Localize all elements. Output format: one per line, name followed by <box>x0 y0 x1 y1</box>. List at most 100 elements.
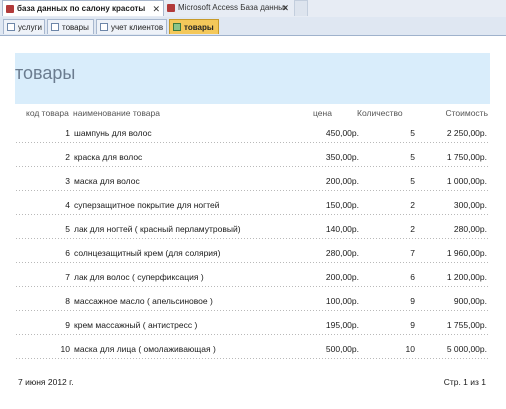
tab-uslugi[interactable]: услуги <box>3 19 45 34</box>
tab-tovary-report[interactable]: товары <box>169 19 219 34</box>
cell-cost: 300,00р. <box>453 200 487 210</box>
cell-code: 6 <box>65 248 70 258</box>
cell-qty: 5 <box>410 128 415 138</box>
cell-code: 7 <box>65 272 70 282</box>
cell-price: 500,00р. <box>325 344 359 354</box>
cell-code: 2 <box>65 152 70 162</box>
cell-cost: 280,00р. <box>453 224 487 234</box>
cell-code: 9 <box>65 320 70 330</box>
cell-name: маска для волос <box>74 176 140 186</box>
tab-label: товары <box>184 23 214 32</box>
cell-qty: 2 <box>410 200 415 210</box>
row-separator <box>15 357 490 360</box>
access-db-icon <box>167 4 175 12</box>
cell-cost: 1 750,00р. <box>446 152 487 162</box>
page-number: Стр. 1 из 1 <box>443 377 486 387</box>
window-tab-label: Microsoft Access База данных <box>178 3 288 12</box>
cell-price: 195,00р. <box>325 320 359 330</box>
cell-cost: 900,00р. <box>453 296 487 306</box>
column-header-name: наименование товара <box>73 108 160 118</box>
cell-price: 150,00р. <box>325 200 359 210</box>
column-header-price: цена <box>313 108 332 118</box>
cell-code: 10 <box>60 344 70 354</box>
cell-qty: 5 <box>410 176 415 186</box>
table-row: 7 лак для волос ( суперфиксация ) 200,00р.… <box>15 268 490 288</box>
report-icon <box>173 23 181 31</box>
cell-code: 1 <box>65 128 70 138</box>
cell-cost: 1 200,00р. <box>446 272 487 282</box>
cell-cost: 5 000,00р. <box>446 344 487 354</box>
column-header-cost: Стоимость <box>445 108 488 118</box>
cell-qty: 9 <box>410 296 415 306</box>
form-icon <box>51 23 59 31</box>
cell-code: 5 <box>65 224 70 234</box>
row-separator <box>15 309 490 312</box>
table-row: 8 массажное масло ( апельсиновое ) 100,00р… <box>15 292 490 312</box>
column-header-qty: Количество <box>357 108 403 118</box>
report-header-band: товары <box>15 53 490 104</box>
cell-price: 350,00р. <box>325 152 359 162</box>
table-row: 2 краска для волос 350,00р. 5 1 750,00р. <box>15 148 490 168</box>
tab-tovary-form[interactable]: товары <box>47 19 94 34</box>
cell-code: 3 <box>65 176 70 186</box>
table-row: 9 крем массажный ( антистресс ) 195,00р. 9 1… <box>15 316 490 336</box>
row-separator <box>15 333 490 336</box>
cell-qty: 7 <box>410 248 415 258</box>
cell-name: краска для волос <box>74 152 143 162</box>
cell-name: маска для лица ( омолаживающая ) <box>74 344 216 354</box>
tab-label: услуги <box>18 23 42 32</box>
cell-name: массажное масло ( апельсиновое ) <box>74 296 213 306</box>
close-icon[interactable]: ✕ <box>152 1 160 17</box>
cell-price: 140,00р. <box>325 224 359 234</box>
cell-code: 8 <box>65 296 70 306</box>
cell-qty: 5 <box>410 152 415 162</box>
row-separator <box>15 189 490 192</box>
form-icon <box>100 23 108 31</box>
table-row: 6 солнцезащитный крем (для солярия) 280,00… <box>15 244 490 264</box>
tab-uchet-klientov[interactable]: учет клиентов <box>96 19 167 34</box>
cell-price: 450,00р. <box>325 128 359 138</box>
cell-cost: 1 960,00р. <box>446 248 487 258</box>
tab-label: учет клиентов <box>111 23 164 32</box>
tab-label: товары <box>62 23 89 32</box>
cell-name: суперзащитное покрытие для ногтей <box>74 200 220 210</box>
object-tab-bar: услуги товары учет клиентов товары <box>0 17 506 36</box>
cell-cost: 1 755,00р. <box>446 320 487 330</box>
row-separator <box>15 261 490 264</box>
cell-qty: 6 <box>410 272 415 282</box>
table-row: 4 суперзащитное покрытие для ногтей 150,00… <box>15 196 490 216</box>
table-row: 3 маска для волос 200,00р. 5 1 000,00р. <box>15 172 490 192</box>
report-date: 7 июня 2012 г. <box>18 377 74 387</box>
cell-price: 100,00р. <box>325 296 359 306</box>
cell-name: лак для волос ( суперфиксация ) <box>74 272 204 282</box>
cell-name: крем массажный ( антистресс ) <box>74 320 198 330</box>
row-separator <box>15 285 490 288</box>
cell-price: 280,00р. <box>325 248 359 258</box>
row-separator <box>15 213 490 216</box>
cell-price: 200,00р. <box>325 176 359 186</box>
cell-qty: 10 <box>405 344 415 354</box>
cell-name: шампунь для волос <box>74 128 152 138</box>
cell-code: 4 <box>65 200 70 210</box>
table-row: 1 шампунь для волос 450,00р. 5 2 250,00р. <box>15 124 490 144</box>
new-tab-button[interactable] <box>294 0 308 16</box>
window-tab-bar: база данных по салону красоты ✕ Microsof… <box>0 0 506 18</box>
cell-qty: 2 <box>410 224 415 234</box>
access-db-icon <box>6 5 14 13</box>
cell-cost: 1 000,00р. <box>446 176 487 186</box>
row-separator <box>15 237 490 240</box>
close-icon[interactable]: ✕ <box>281 0 289 16</box>
window-tab-database[interactable]: база данных по салону красоты ✕ <box>2 0 164 16</box>
window-tab-label: база данных по салону красоты <box>17 4 146 13</box>
cell-cost: 2 250,00р. <box>446 128 487 138</box>
cell-name: лак для ногтей ( красный перламутровый) <box>74 224 241 234</box>
table-row: 10 маска для лица ( омолаживающая ) 500,00… <box>15 340 490 360</box>
cell-price: 200,00р. <box>325 272 359 282</box>
window-tab-access[interactable]: Microsoft Access База данных ✕ <box>164 0 292 16</box>
row-separator <box>15 141 490 144</box>
form-icon <box>7 23 15 31</box>
table-row: 5 лак для ногтей ( красный перламутровый)… <box>15 220 490 240</box>
cell-name: солнцезащитный крем (для солярия) <box>74 248 221 258</box>
row-separator <box>15 165 490 168</box>
report-title: товары <box>15 63 76 83</box>
